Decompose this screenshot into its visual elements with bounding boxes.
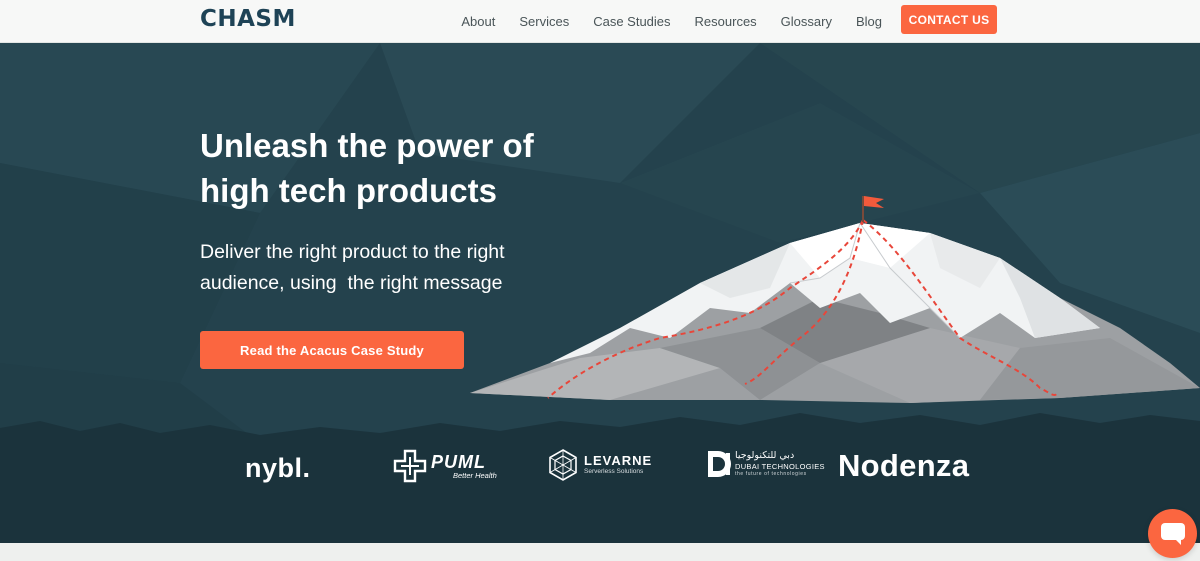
dubai-tagline: the future of technologies — [735, 471, 807, 477]
client-logos: nybl. PUML Better Health LEVARNE Serverl… — [0, 441, 1200, 501]
hero-subtitle-line-1: Deliver the right product to the right — [200, 241, 505, 263]
hero-subtitle-line-2: audience, using the right message — [200, 272, 503, 294]
case-study-button[interactable]: Read the Acacus Case Study — [200, 331, 464, 369]
dubai-technologies-logo: دبي للتكنولوجيا DUBAI TECHNOLOGIES the f… — [706, 449, 825, 479]
nav-case-studies[interactable]: Case Studies — [593, 14, 670, 29]
hero-subtitle: Deliver the right product to the right a… — [200, 237, 560, 299]
nybl-logo: nybl. — [245, 453, 311, 483]
nav-glossary[interactable]: Glossary — [781, 14, 832, 29]
hero-title: Unleash the power of high tech products — [200, 123, 620, 213]
contact-us-button[interactable]: CONTACT US — [901, 5, 997, 34]
top-navbar: CHASM About Services Case Studies Resour… — [0, 0, 1200, 43]
puml-name: PUML — [431, 451, 486, 472]
levarne-name: LEVARNE — [584, 453, 653, 468]
chat-bubble-icon — [1160, 522, 1185, 545]
nav-blog[interactable]: Blog — [856, 14, 882, 29]
nav-resources[interactable]: Resources — [695, 14, 757, 29]
nav-services[interactable]: Services — [519, 14, 569, 29]
levarne-logo: LEVARNE Serverless Solutions — [548, 449, 652, 481]
nav-about[interactable]: About — [461, 14, 495, 29]
puml-tagline: Better Health — [453, 470, 497, 480]
hero-title-line-1: Unleash the power of — [200, 127, 534, 164]
puml-cross-icon — [393, 449, 427, 483]
levarne-hexagon-icon — [549, 449, 577, 481]
chasm-logo[interactable]: CHASM — [200, 6, 296, 32]
nav-menu: About Services Case Studies Resources Gl… — [437, 0, 882, 43]
puml-logo: PUML Better Health — [393, 449, 497, 483]
dubai-english-name: DUBAI TECHNOLOGIES — [735, 462, 825, 471]
chat-widget-button[interactable] — [1148, 509, 1197, 558]
hero-section: Unleash the power of high tech products … — [0, 43, 1200, 543]
next-section-edge — [0, 543, 1200, 561]
nodenza-logo: Nodenza — [838, 448, 970, 483]
summit-flag-icon — [862, 196, 884, 222]
levarne-tagline: Serverless Solutions — [584, 468, 644, 475]
hero-title-line-2: high tech products — [200, 172, 497, 209]
dubai-arabic-name: دبي للتكنولوجيا — [735, 450, 795, 461]
dubai-mark-icon — [708, 451, 731, 477]
mountain-illustration — [470, 196, 1200, 403]
